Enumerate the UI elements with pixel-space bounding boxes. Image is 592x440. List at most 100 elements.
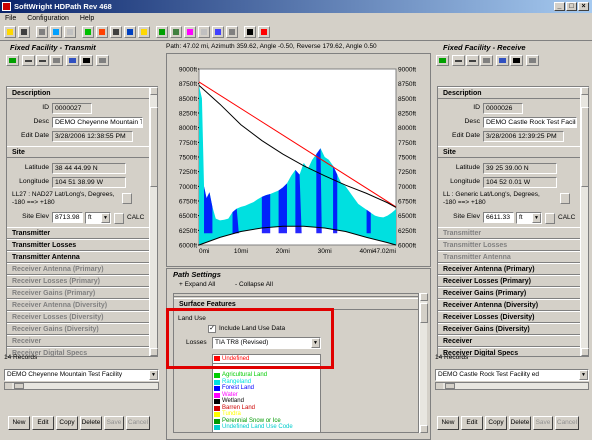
list-button[interactable]: [480, 55, 493, 66]
section-receiver-gains-diversity[interactable]: Receiver Gains (Diversity): [438, 323, 580, 335]
terrain-icon[interactable]: [156, 26, 168, 38]
grid-button[interactable]: [96, 55, 109, 66]
calc-toggle[interactable]: [114, 213, 124, 224]
site-elev-field[interactable]: 6611.33: [483, 212, 514, 223]
right-save-button[interactable]: Save: [533, 416, 553, 430]
add-button[interactable]: [452, 55, 465, 66]
section-receiver-losses-diversity[interactable]: Receiver Losses (Diversity): [7, 311, 149, 323]
cut-icon[interactable]: [64, 26, 76, 38]
section-receiver-gains-primary[interactable]: Receiver Gains (Primary): [7, 287, 149, 299]
left-copy-button[interactable]: Copy: [56, 416, 78, 430]
section-receiver-gains-diversity[interactable]: Receiver Gains (Diversity): [7, 323, 149, 335]
right-section-list: Transmitter Transmitter Losses Transmitter…: [438, 227, 580, 356]
section-receiver-losses-diversity[interactable]: Receiver Losses (Diversity): [438, 311, 580, 323]
menu-file[interactable]: File: [5, 15, 16, 22]
left-scrollbar[interactable]: [149, 87, 158, 356]
section-transmitter-losses[interactable]: Transmitter Losses: [438, 239, 580, 251]
table-icon-glyph: [229, 29, 235, 35]
search-icon[interactable]: [244, 26, 256, 38]
left-save-button[interactable]: Save: [104, 416, 124, 430]
right-cancel-button[interactable]: Cancel: [555, 416, 579, 430]
chart-icon[interactable]: [212, 26, 224, 38]
section-receiver-antenna-primary[interactable]: Receiver Antenna (Primary): [7, 263, 149, 275]
minimize-button[interactable]: _: [554, 2, 565, 11]
print-icon[interactable]: [50, 26, 62, 38]
remove-button[interactable]: [36, 55, 49, 66]
add-button[interactable]: [22, 55, 35, 66]
left-edit-button[interactable]: Edit: [32, 416, 54, 430]
binoculars-icon[interactable]: [510, 55, 523, 66]
left-facility-select[interactable]: DEMO Cheyenne Mountain Test Facility ▼: [4, 369, 159, 381]
menu-configuration[interactable]: Configuration: [27, 15, 69, 22]
help-icon[interactable]: [258, 26, 270, 38]
section-receiver[interactable]: Receiver: [438, 335, 580, 347]
report-button[interactable]: [496, 55, 509, 66]
elev-unit-select[interactable]: ft ▼: [85, 212, 111, 224]
longitude-field[interactable]: 104 52 0.01 W: [483, 177, 557, 188]
table-icon[interactable]: [226, 26, 238, 38]
site-elev-label: Site Elev: [22, 213, 49, 220]
save-icon[interactable]: [36, 26, 48, 38]
close-button[interactable]: ×: [578, 2, 589, 11]
right-new-button[interactable]: New: [437, 416, 459, 430]
binoculars-icon[interactable]: [80, 55, 93, 66]
elev-unit-select[interactable]: ft ▼: [516, 212, 542, 224]
right-facility-select[interactable]: DEMO Castle Rock Test Facility ed ▼: [435, 369, 589, 381]
section-receiver-gains-primary[interactable]: Receiver Gains (Primary): [438, 287, 580, 299]
desc-field[interactable]: DEMO Cheyenne Mountain Te: [52, 117, 143, 128]
select-path-button[interactable]: [6, 55, 19, 66]
latitude-field[interactable]: 39 25 39.00 N: [483, 163, 557, 174]
section-receiver-losses-primary[interactable]: Receiver Losses (Primary): [438, 275, 580, 287]
list-icon[interactable]: [198, 26, 210, 38]
section-transmitter-antenna[interactable]: Transmitter Antenna: [438, 251, 580, 263]
section-transmitter[interactable]: Transmitter: [438, 227, 580, 239]
pencil-icon[interactable]: [96, 26, 108, 38]
maximize-button[interactable]: □: [566, 2, 577, 11]
section-transmitter-antenna[interactable]: Transmitter Antenna: [7, 251, 149, 263]
left-new-button[interactable]: New: [8, 416, 30, 430]
section-receiver[interactable]: Receiver: [7, 335, 149, 347]
calc-toggle[interactable]: [545, 213, 555, 224]
right-copy-button[interactable]: Copy: [485, 416, 507, 430]
select-path-button[interactable]: [436, 55, 449, 66]
grid-button[interactable]: [526, 55, 539, 66]
section-receiver-losses-primary[interactable]: Receiver Losses (Primary): [7, 275, 149, 287]
site-elev-field[interactable]: 8713.98: [52, 212, 83, 223]
section-transmitter-losses[interactable]: Transmitter Losses: [7, 239, 149, 251]
collapse-all-button[interactable]: - Collapse All: [235, 281, 273, 288]
open-icon[interactable]: [18, 26, 30, 38]
list-button[interactable]: [50, 55, 63, 66]
target-icon[interactable]: [124, 26, 136, 38]
star-icon[interactable]: [138, 26, 150, 38]
left-cancel-button[interactable]: Cancel: [126, 416, 150, 430]
report-button[interactable]: [66, 55, 79, 66]
settings-scrollbar[interactable]: [419, 293, 428, 433]
datum-button[interactable]: [560, 193, 570, 204]
right-hscroll[interactable]: [435, 382, 589, 390]
description-section[interactable]: Description: [7, 87, 157, 99]
section-receiver-antenna-diversity[interactable]: Receiver Antenna (Diversity): [438, 299, 580, 311]
remove-button[interactable]: [466, 55, 479, 66]
grid-icon[interactable]: [110, 26, 122, 38]
desc-field[interactable]: DEMO Castle Rock Test Facilit: [483, 117, 577, 128]
expand-all-button[interactable]: + Expand All: [179, 281, 215, 288]
section-receiver-antenna-primary[interactable]: Receiver Antenna (Primary): [438, 263, 580, 275]
layers-icon[interactable]: [170, 26, 182, 38]
palette-icon[interactable]: [184, 26, 196, 38]
right-delete-button[interactable]: Delete: [509, 416, 531, 430]
description-section[interactable]: Description: [438, 87, 588, 99]
new-icon[interactable]: [4, 26, 16, 38]
left-hscroll[interactable]: [4, 382, 159, 390]
datum-button[interactable]: [122, 193, 132, 204]
right-scrollbar[interactable]: [580, 87, 589, 356]
menu-help[interactable]: Help: [80, 15, 94, 22]
site-section[interactable]: Site: [438, 146, 588, 158]
longitude-field[interactable]: 104 51 38.99 W: [52, 177, 126, 188]
map-icon[interactable]: [82, 26, 94, 38]
right-edit-button[interactable]: Edit: [461, 416, 483, 430]
latitude-field[interactable]: 38 44 44.99 N: [52, 163, 126, 174]
site-section[interactable]: Site: [7, 146, 157, 158]
section-receiver-antenna-diversity[interactable]: Receiver Antenna (Diversity): [7, 299, 149, 311]
section-transmitter[interactable]: Transmitter: [7, 227, 149, 239]
left-delete-button[interactable]: Delete: [80, 416, 102, 430]
